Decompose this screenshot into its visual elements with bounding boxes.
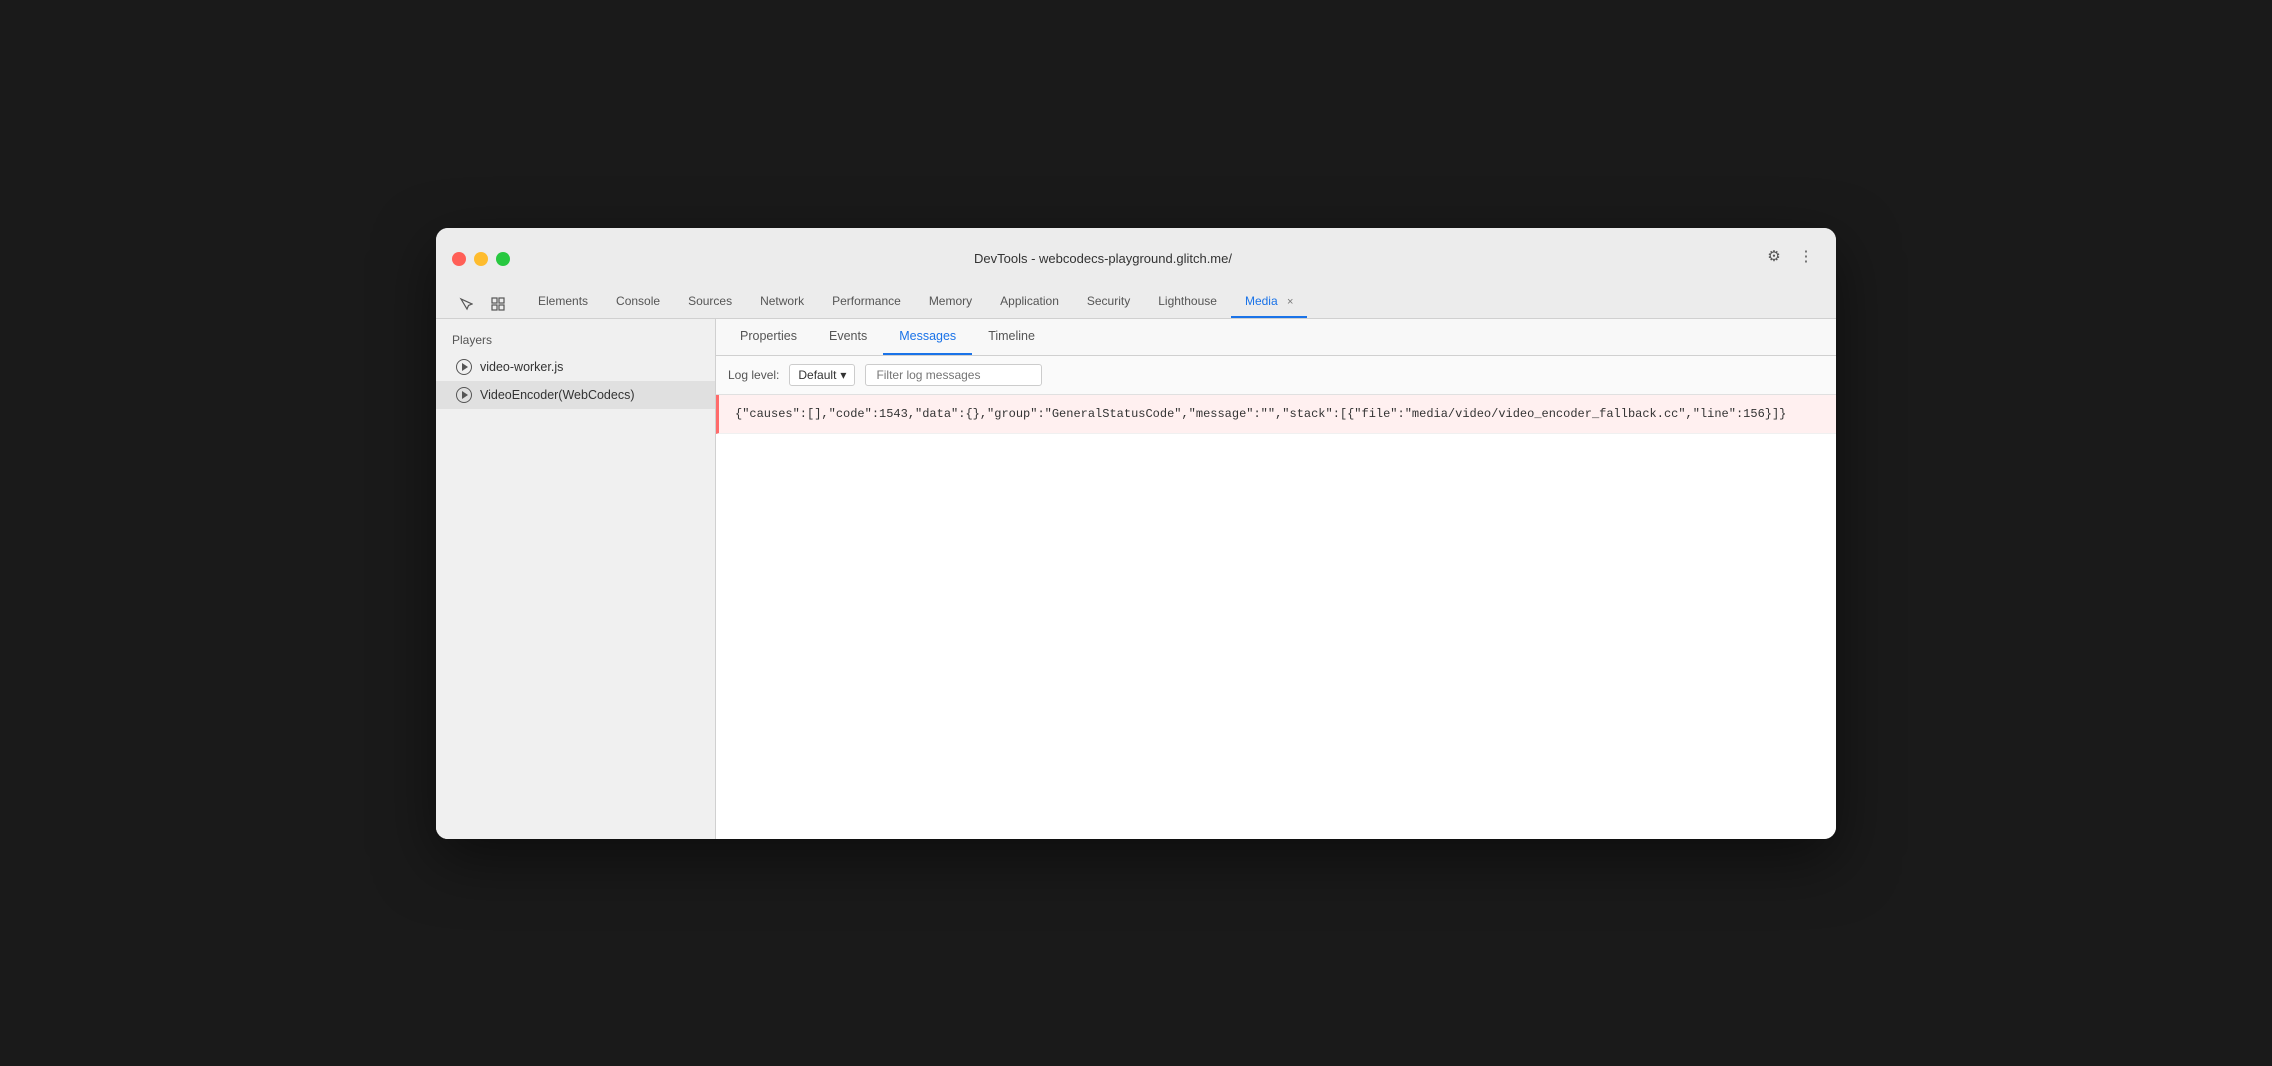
tab-console[interactable]: Console — [602, 286, 674, 318]
tab-events[interactable]: Events — [813, 319, 883, 355]
tab-security[interactable]: Security — [1073, 286, 1144, 318]
player-video-worker[interactable]: video-worker.js — [436, 353, 715, 381]
content-tabs: Properties Events Messages Timeline — [716, 319, 1836, 356]
devtools-tabs: Elements Console Sources Network Perform… — [524, 286, 1307, 318]
tab-media-close[interactable]: × — [1287, 296, 1293, 308]
tab-application[interactable]: Application — [986, 286, 1073, 318]
sidebar: Players video-worker.js VideoEncoder(Web… — [436, 319, 716, 839]
log-entry: {"causes":[],"code":1543,"data":{},"grou… — [716, 395, 1836, 434]
play-icon-video-worker — [456, 359, 472, 375]
tab-properties[interactable]: Properties — [724, 319, 813, 355]
maximize-button[interactable] — [496, 252, 510, 266]
titlebar: DevTools - webcodecs-playground.glitch.m… — [436, 228, 1836, 319]
tab-network[interactable]: Network — [746, 286, 818, 318]
inspector-tool[interactable] — [484, 290, 512, 318]
log-level-select[interactable]: Default ▾ — [789, 364, 855, 386]
window-title: DevTools - webcodecs-playground.glitch.m… — [526, 251, 1680, 266]
chevron-down-icon: ▾ — [840, 368, 846, 382]
player-video-worker-label: video-worker.js — [480, 360, 563, 374]
settings-button[interactable]: ⚙ — [1760, 242, 1788, 270]
log-level-label: Log level: — [728, 368, 779, 382]
devtools-window: DevTools - webcodecs-playground.glitch.m… — [436, 228, 1836, 839]
toolbar-icons — [452, 290, 512, 318]
tab-elements[interactable]: Elements — [524, 286, 602, 318]
tab-media[interactable]: Media × — [1231, 286, 1307, 318]
more-button[interactable]: ⋮ — [1792, 242, 1820, 270]
log-text: {"causes":[],"code":1543,"data":{},"grou… — [735, 407, 1786, 421]
minimize-button[interactable] — [474, 252, 488, 266]
tab-performance[interactable]: Performance — [818, 286, 915, 318]
player-video-encoder[interactable]: VideoEncoder(WebCodecs) — [436, 381, 715, 409]
log-messages: {"causes":[],"code":1543,"data":{},"grou… — [716, 395, 1836, 839]
content-area: Properties Events Messages Timeline Log … — [716, 319, 1836, 839]
tab-memory[interactable]: Memory — [915, 286, 986, 318]
tab-lighthouse[interactable]: Lighthouse — [1144, 286, 1231, 318]
close-button[interactable] — [452, 252, 466, 266]
tab-sources[interactable]: Sources — [674, 286, 746, 318]
play-icon-video-encoder — [456, 387, 472, 403]
traffic-lights — [452, 252, 510, 266]
main-content: Players video-worker.js VideoEncoder(Web… — [436, 319, 1836, 839]
tab-messages[interactable]: Messages — [883, 319, 972, 355]
log-toolbar: Log level: Default ▾ — [716, 356, 1836, 395]
cursor-tool[interactable] — [452, 290, 480, 318]
player-video-encoder-label: VideoEncoder(WebCodecs) — [480, 388, 635, 402]
titlebar-top: DevTools - webcodecs-playground.glitch.m… — [452, 242, 1820, 276]
tab-timeline[interactable]: Timeline — [972, 319, 1051, 355]
sidebar-header: Players — [436, 327, 715, 353]
settings-area: ⚙ ⋮ — [1760, 242, 1820, 276]
filter-input[interactable] — [865, 364, 1042, 386]
